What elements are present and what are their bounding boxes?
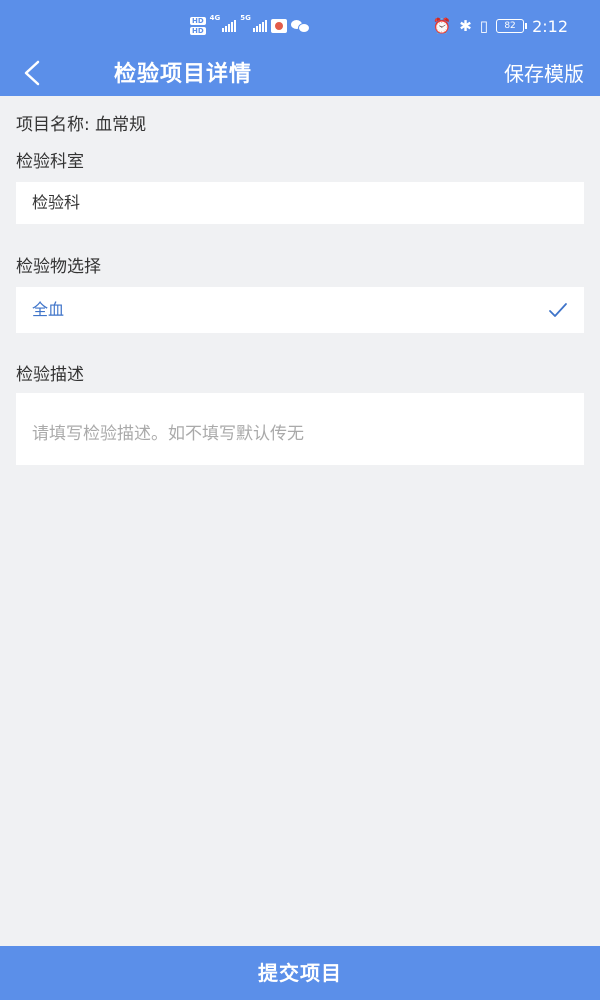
submit-button[interactable]: 提交项目: [0, 946, 600, 1000]
department-label: 检验科室: [16, 152, 84, 172]
specimen-option[interactable]: 全血: [16, 287, 584, 333]
status-indicators: HD HD 4G 5G: [190, 14, 310, 38]
specimen-option-label: 全血: [32, 300, 65, 319]
vibrate-icon: ▯: [479, 17, 489, 35]
signal-icon-2: [252, 20, 267, 32]
signal-icon: [222, 20, 237, 32]
hd-badge-top: HD: [190, 17, 206, 25]
network-type-1: 4G: [209, 14, 221, 22]
status-bar: HD HD 4G 5G ⏰ ✱ ▯ 82 2:12: [0, 0, 600, 50]
page-title: 检验项目详情: [114, 62, 253, 87]
app-bar: 检验项目详情 保存模版: [0, 50, 600, 96]
back-button[interactable]: [16, 54, 52, 92]
status-right: ⏰ ✱ ▯ 82 2:12: [433, 14, 568, 38]
network-type-2: 5G: [240, 14, 251, 22]
battery-icon: 82: [496, 19, 528, 33]
hd-badge-bottom: HD: [190, 27, 206, 35]
wechat-icon: [290, 19, 310, 33]
specimen-label: 检验物选择: [16, 257, 101, 277]
save-template-button[interactable]: 保存模版: [504, 58, 584, 87]
alarm-icon: ⏰: [432, 17, 452, 35]
description-input[interactable]: [16, 393, 584, 465]
description-label: 检验描述: [16, 365, 84, 385]
check-icon: [549, 303, 567, 317]
department-field[interactable]: 检验科: [16, 182, 584, 224]
app-notification-icon: [270, 19, 287, 33]
bluetooth-icon: ✱: [459, 17, 472, 35]
clock: 2:12: [532, 16, 568, 36]
hd-indicator: HD HD: [190, 17, 206, 35]
project-name: 项目名称: 血常规: [16, 115, 147, 135]
chevron-left-icon: [24, 60, 40, 86]
